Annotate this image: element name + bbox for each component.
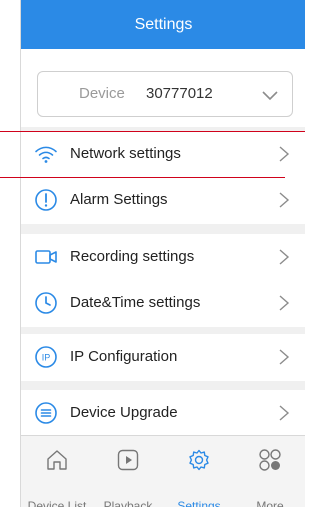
row-network-settings[interactable]: Network settings <box>21 131 305 178</box>
row-label: Network settings <box>70 145 181 162</box>
device-id: 30777012 <box>146 85 213 102</box>
highlight-line-bottom <box>0 177 285 178</box>
chevron-right-icon <box>279 349 290 365</box>
device-label: Device <box>79 85 125 102</box>
ip-icon: IP <box>35 346 57 368</box>
row-label: IP Configuration <box>70 348 178 365</box>
row-label: Recording settings <box>70 248 195 265</box>
tab-label: Settings <box>177 499 221 507</box>
tab-label: Playback <box>103 499 153 507</box>
device-bar: Device 30777012 <box>21 49 305 127</box>
upgrade-icon <box>35 402 57 424</box>
more-icon <box>259 449 281 471</box>
highlight-line-top <box>0 131 305 132</box>
chevron-right-icon <box>279 295 290 311</box>
tab-label: Device List <box>27 499 87 507</box>
chevron-right-icon <box>279 249 290 265</box>
clock-icon <box>35 292 57 314</box>
wifi-icon <box>35 146 57 163</box>
chevron-right-icon <box>279 146 290 162</box>
page-title: Settings <box>134 15 193 33</box>
row-datetime-settings[interactable]: Date&Time settings <box>21 280 305 327</box>
row-alarm-settings[interactable]: Alarm Settings <box>21 177 305 224</box>
chevron-right-icon <box>279 192 290 208</box>
app-frame: Settings Device 30777012 Network setting… <box>20 0 305 507</box>
svg-text:IP: IP <box>42 353 51 363</box>
alarm-icon <box>35 189 57 211</box>
row-ip-configuration[interactable]: IP IP Configuration <box>21 334 305 381</box>
row-label: Alarm Settings <box>70 191 168 208</box>
chevron-right-icon <box>279 405 290 421</box>
tab-label: More <box>256 499 284 507</box>
header: Settings <box>21 0 305 49</box>
row-label: Date&Time settings <box>70 294 201 311</box>
row-label: Device Upgrade <box>70 404 178 421</box>
tab-device-list[interactable]: Device List <box>21 436 91 507</box>
gear-icon <box>189 449 209 471</box>
playback-icon <box>117 449 139 471</box>
row-device-upgrade[interactable]: Device Upgrade <box>21 390 305 437</box>
row-recording-settings[interactable]: Recording settings <box>21 234 305 281</box>
tab-bar: Device List Playback Settings More <box>21 435 305 507</box>
tab-settings[interactable]: Settings <box>163 436 233 507</box>
home-icon <box>47 450 67 470</box>
chevron-down-icon <box>262 91 278 101</box>
device-select[interactable]: Device 30777012 <box>37 71 293 117</box>
video-camera-icon <box>35 250 57 264</box>
tab-more[interactable]: More <box>234 436 304 507</box>
tab-playback[interactable]: Playback <box>92 436 162 507</box>
